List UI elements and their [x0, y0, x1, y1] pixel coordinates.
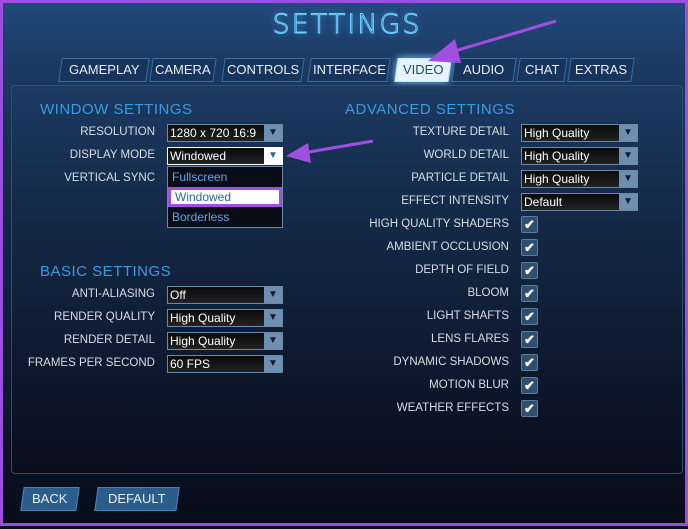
settings-window: SETTINGS GAMEPLAY CAMERA CONTROLS INTERFACE… — [0, 0, 688, 526]
arrow-icon — [428, 19, 557, 63]
arrow-icon — [286, 139, 374, 163]
annotations — [286, 19, 557, 163]
